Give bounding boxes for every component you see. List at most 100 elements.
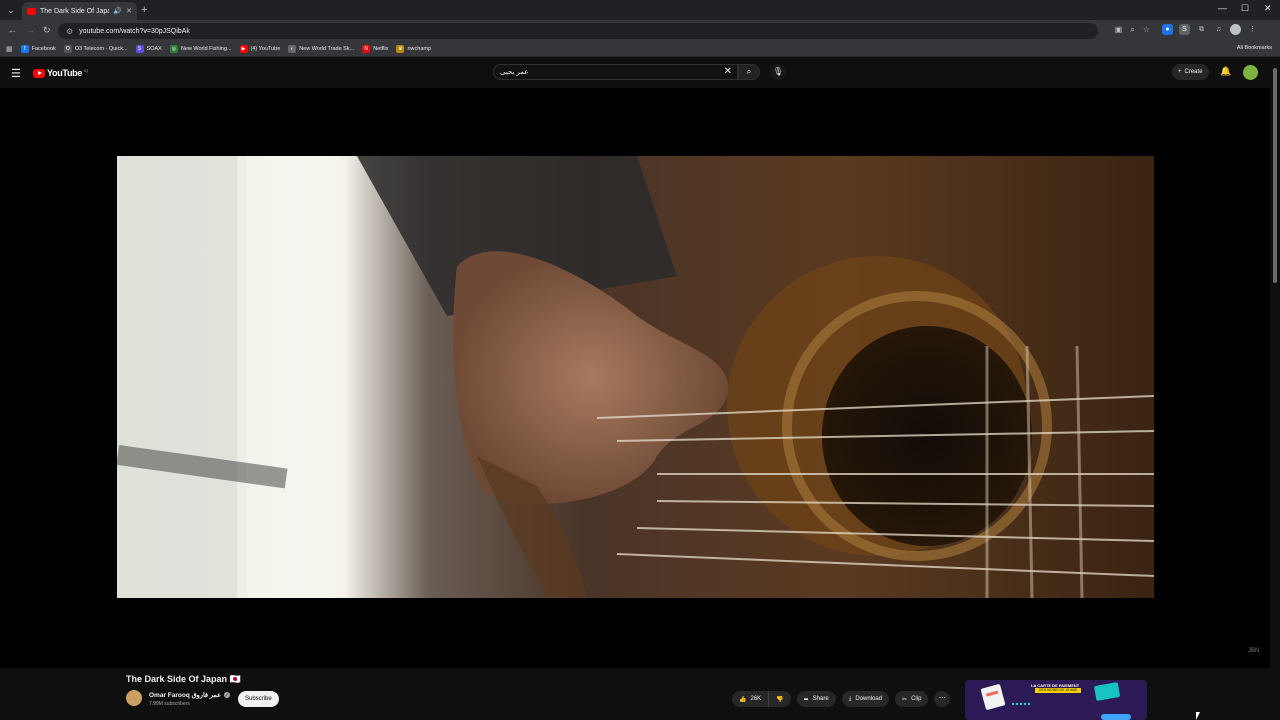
close-window-button[interactable]: ✕ bbox=[1264, 3, 1272, 14]
bookmark-item[interactable]: N Netflix bbox=[362, 45, 388, 53]
tab-close-icon[interactable]: ✕ bbox=[126, 7, 132, 15]
bookmark-item[interactable]: ▶ (4) YouTube bbox=[239, 45, 281, 53]
country-code: IQ bbox=[84, 68, 89, 73]
share-arrow-icon: ➦ bbox=[803, 696, 809, 703]
channel-name[interactable]: Omar Farooq عمر فاروق bbox=[149, 691, 221, 699]
all-bookmarks-button[interactable]: All Bookmarks bbox=[1237, 45, 1272, 51]
bookmark-favicon-icon: ◐ bbox=[288, 45, 297, 53]
youtube-header: ☰ YouTube IQ عمر يحيى ✕ ⌕ 🎙 + Create 🔔 bbox=[0, 58, 1270, 88]
tab-title: The Dark Side Of Japan 🇯🇵 bbox=[40, 8, 110, 15]
create-label: Create bbox=[1184, 69, 1203, 75]
plus-icon: + bbox=[1178, 69, 1182, 75]
dislike-button[interactable]: 👎 bbox=[769, 691, 791, 707]
search-button[interactable]: ⌕ bbox=[738, 64, 760, 80]
video-player[interactable]: JBN bbox=[0, 88, 1270, 668]
page-scrollbar[interactable] bbox=[1270, 58, 1280, 720]
apps-grid-icon[interactable]: ▦ bbox=[6, 45, 13, 53]
zoom-icon[interactable]: ⌕ bbox=[1130, 25, 1134, 35]
maximize-button[interactable]: ☐ bbox=[1241, 3, 1249, 14]
subscribe-button[interactable]: Subscribe bbox=[238, 691, 279, 707]
browser-menu-icon[interactable]: ⋮ bbox=[1247, 24, 1258, 35]
browser-tab-active[interactable]: The Dark Side Of Japan 🇯🇵 🔊 ✕ bbox=[22, 2, 137, 20]
bookmark-favicon-icon: ♛ bbox=[396, 45, 405, 53]
youtube-logo[interactable]: YouTube IQ bbox=[33, 68, 88, 78]
extension-icon[interactable]: ● bbox=[1162, 24, 1173, 35]
video-title: The Dark Side Of Japan 🇯🇵 bbox=[126, 674, 241, 684]
browser-tab-strip: ⌄ The Dark Side Of Japan 🇯🇵 🔊 ✕ + — ☐ ✕ bbox=[0, 0, 1280, 20]
download-icon: ⤓ bbox=[848, 695, 852, 702]
profile-icon[interactable] bbox=[1230, 24, 1241, 35]
back-arrow-icon[interactable]: ← bbox=[8, 25, 17, 35]
like-count: 26K bbox=[750, 696, 762, 702]
channel-name-row[interactable]: Omar Farooq عمر فاروق ✓ bbox=[149, 691, 231, 699]
bookmark-label: O3 Telecom - Quick... bbox=[74, 46, 128, 52]
bookmark-label: New World Trade Sk... bbox=[299, 46, 355, 52]
thumbs-up-icon: 👍 bbox=[739, 696, 747, 703]
youtube-favicon-icon bbox=[27, 7, 36, 15]
account-avatar[interactable] bbox=[1243, 65, 1258, 80]
more-actions-icon[interactable]: ⋯ bbox=[934, 691, 951, 707]
url-text[interactable]: youtube.com/watch?v=30pJSQibAk bbox=[79, 28, 190, 35]
sidebar-ad-banner[interactable]: LA CARTE DE PAIEMENT DES MOINS DE 18 ANS bbox=[965, 680, 1147, 720]
notifications-bell-icon[interactable]: 🔔 bbox=[1220, 66, 1231, 77]
bookmark-favicon-icon: S bbox=[135, 45, 144, 53]
bookmark-star-icon[interactable]: ☆ bbox=[1143, 25, 1150, 35]
bookmark-item[interactable]: ◐ New World Trade Sk... bbox=[288, 45, 354, 53]
media-control-icon[interactable]: ♫ bbox=[1213, 24, 1224, 35]
share-label: Share bbox=[812, 696, 829, 702]
download-label: Download bbox=[855, 696, 883, 702]
bookmark-label: Netflix bbox=[373, 46, 389, 52]
extension-icon[interactable]: S bbox=[1179, 24, 1190, 35]
subscriber-count: 7.99M subscribers bbox=[149, 701, 190, 707]
search-query[interactable]: عمر يحيى bbox=[500, 68, 528, 76]
download-button[interactable]: ⤓ Download bbox=[841, 691, 890, 707]
clip-button[interactable]: ✂ Clip bbox=[895, 691, 929, 707]
bookmark-favicon-icon: N bbox=[362, 45, 371, 53]
channel-watermark-icon[interactable]: JBN bbox=[1248, 648, 1259, 654]
hamburger-menu-icon[interactable]: ☰ bbox=[11, 67, 21, 80]
voice-search-button[interactable]: 🎙 bbox=[770, 64, 786, 80]
cast-icon[interactable]: ▣ bbox=[1115, 25, 1123, 35]
bookmark-item[interactable]: f Facebook bbox=[20, 45, 56, 53]
bookmark-label: Facebook bbox=[31, 46, 56, 52]
video-actions: 👍 26K 👎 ➦ Share ⤓ Download ✂ Clip ⋯ bbox=[732, 691, 951, 707]
like-button[interactable]: 👍 26K bbox=[732, 691, 770, 707]
address-bar[interactable]: ⚙ youtube.com/watch?v=30pJSQibAk bbox=[58, 23, 1098, 39]
speaker-icon[interactable]: 🔊 bbox=[113, 7, 122, 15]
search-icon: ⌕ bbox=[746, 67, 752, 76]
bookmark-favicon-icon: ▶ bbox=[239, 45, 248, 53]
share-button[interactable]: ➦ Share bbox=[796, 691, 836, 707]
browser-toolbar: ← → ↻ ⚙ youtube.com/watch?v=30pJSQibAk ▣… bbox=[0, 20, 1280, 42]
bookmark-label: nwchamp bbox=[407, 46, 432, 52]
youtube-play-icon bbox=[33, 68, 45, 78]
bookmark-favicon-icon: O bbox=[63, 45, 72, 53]
search-input[interactable]: عمر يحيى ✕ bbox=[493, 64, 738, 80]
bookmarks-bar: ▦ f Facebook O O3 Telecom - Quick... S SOAX ◎ N… bbox=[0, 42, 1280, 57]
bookmark-item[interactable]: S SOAX bbox=[135, 45, 162, 53]
site-info-icon[interactable]: ⚙ bbox=[66, 27, 73, 36]
bookmark-item[interactable]: ♛ nwchamp bbox=[396, 45, 431, 53]
clear-search-icon[interactable]: ✕ bbox=[724, 66, 732, 77]
forward-arrow-icon[interactable]: → bbox=[26, 25, 35, 35]
bookmark-label: New World Fishing... bbox=[180, 46, 232, 52]
bookmark-label: (4) YouTube bbox=[250, 46, 281, 52]
video-frame[interactable] bbox=[117, 156, 1154, 598]
extensions-puzzle-icon[interactable]: ⧉ bbox=[1196, 24, 1207, 35]
scissors-icon: ✂ bbox=[902, 696, 908, 703]
youtube-logo-text: YouTube bbox=[47, 68, 83, 78]
bookmark-item[interactable]: ◎ New World Fishing... bbox=[169, 45, 232, 53]
like-dislike-group: 👍 26K 👎 bbox=[732, 691, 791, 707]
minimize-button[interactable]: — bbox=[1218, 3, 1227, 13]
mouse-cursor-icon bbox=[1196, 712, 1200, 720]
new-tab-button[interactable]: + bbox=[141, 3, 147, 17]
reload-icon[interactable]: ↻ bbox=[43, 25, 51, 36]
scrollbar-thumb[interactable] bbox=[1273, 68, 1277, 283]
tab-search-icon[interactable]: ⌄ bbox=[4, 3, 18, 17]
microphone-icon: 🎙 bbox=[772, 67, 784, 76]
channel-avatar[interactable] bbox=[126, 690, 142, 706]
video-info-section: The Dark Side Of Japan 🇯🇵 Omar Farooq عم… bbox=[0, 668, 1270, 720]
video-still-guitar-image bbox=[117, 156, 1154, 598]
bookmark-item[interactable]: O O3 Telecom - Quick... bbox=[63, 45, 128, 53]
ad-subheadline: DES MOINS DE 18 ANS bbox=[1035, 688, 1081, 693]
create-button[interactable]: + Create bbox=[1172, 64, 1209, 80]
